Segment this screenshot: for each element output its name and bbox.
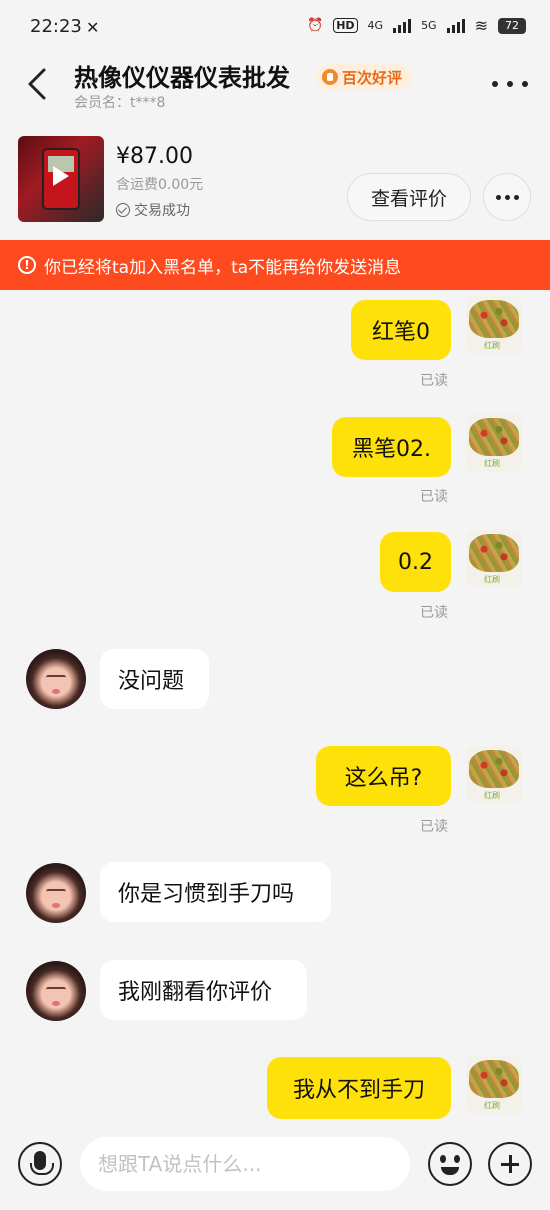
my-avatar[interactable]	[466, 530, 522, 588]
product-more-icon[interactable]	[483, 173, 531, 221]
product-price: ¥87.00	[116, 144, 193, 169]
read-receipt: 已读	[420, 373, 448, 389]
status-bar: 22:23 ✕ ⏰ HD 4G 5G ≋ 72	[0, 0, 550, 56]
network-4g: 4G	[367, 19, 384, 32]
shipping-info: 含运费0.00元	[116, 177, 204, 193]
wifi-icon: ≋	[474, 16, 488, 35]
more-options-icon[interactable]	[492, 72, 528, 96]
battery-icon: 72	[498, 17, 526, 34]
signal-bars-icon-2	[446, 18, 465, 33]
shop-title[interactable]: 热像仪仪器仪表批发	[74, 58, 290, 93]
chat-header: 热像仪仪器仪表批发 百次好评 会员名：t***8	[0, 56, 550, 120]
thumb-up-icon	[322, 69, 338, 85]
plus-icon[interactable]	[488, 1142, 532, 1186]
my-message-bubble[interactable]: 黑笔02.	[332, 417, 451, 477]
order-status-label: 交易成功	[134, 203, 190, 219]
status-time: 22:23	[30, 16, 82, 37]
my-message-bubble[interactable]: 0.2	[380, 532, 451, 592]
my-message-bubble[interactable]: 红笔0	[351, 300, 451, 360]
order-status: 交易成功	[116, 200, 190, 220]
my-message-bubble[interactable]: 我从不到手刀	[267, 1057, 451, 1119]
play-icon[interactable]	[53, 166, 69, 186]
read-receipt: 已读	[420, 489, 448, 505]
view-reviews-button[interactable]: 查看评价	[347, 173, 471, 221]
blacklist-banner: ! 你已经将ta加入黑名单，ta不能再给你发送消息	[0, 240, 550, 290]
my-avatar[interactable]	[466, 414, 522, 472]
seller-message-bubble[interactable]: 你是习惯到手刀吗	[100, 862, 331, 922]
seller-message-bubble[interactable]: 没问题	[100, 649, 209, 709]
badge-label: 百次好评	[342, 68, 403, 87]
check-circle-icon	[116, 203, 130, 217]
seller-avatar[interactable]	[26, 649, 86, 709]
emoji-icon[interactable]	[428, 1142, 472, 1186]
read-receipt: 已读	[420, 819, 448, 835]
seller-message-bubble[interactable]: 我刚翻看你评价	[100, 960, 307, 1020]
back-arrow-icon[interactable]	[24, 64, 54, 104]
member-name: 会员名：t***8	[74, 95, 166, 111]
my-avatar[interactable]	[466, 746, 522, 804]
hd-label: HD	[333, 18, 358, 33]
review-badge: 百次好评	[316, 64, 413, 90]
blacklist-text: 你已经将ta加入黑名单，ta不能再给你发送消息	[44, 257, 402, 278]
wrench-hammer-icon: ✕	[86, 18, 100, 37]
read-receipt: 已读	[420, 605, 448, 621]
my-message-bubble[interactable]: 这么吊?	[316, 746, 451, 806]
warning-icon: !	[18, 256, 36, 274]
product-card[interactable]: ¥87.00 含运费0.00元 交易成功 查看评价	[0, 124, 550, 240]
my-avatar[interactable]	[466, 296, 522, 354]
signal-bars-icon	[393, 18, 412, 33]
network-5g: 5G	[421, 19, 437, 32]
microphone-icon[interactable]	[18, 1142, 62, 1186]
seller-avatar[interactable]	[26, 961, 86, 1021]
message-input[interactable]	[80, 1137, 410, 1191]
input-bar	[0, 1128, 550, 1210]
product-thumbnail[interactable]	[18, 136, 104, 222]
alarm-icon: ⏰	[307, 18, 324, 33]
seller-avatar[interactable]	[26, 863, 86, 923]
my-avatar[interactable]	[466, 1056, 522, 1114]
status-indicators: ⏰ HD 4G 5G ≋ 72	[307, 16, 526, 35]
